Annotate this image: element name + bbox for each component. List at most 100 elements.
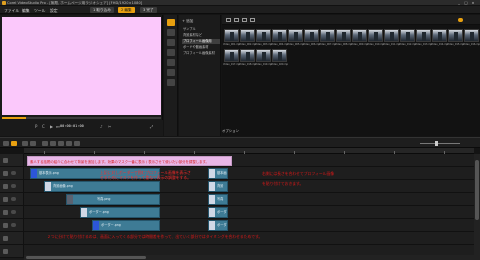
timeline-view-icon[interactable] bbox=[11, 141, 17, 146]
clip-mode-label[interactable]: C bbox=[42, 124, 45, 129]
volume-icon[interactable]: ♪ bbox=[100, 124, 103, 129]
timeline-vertical-scroll-thumb[interactable] bbox=[475, 160, 479, 220]
overlay-clip-end[interactable]: 背景 bbox=[208, 181, 228, 192]
eye-icon[interactable] bbox=[11, 197, 16, 201]
mixer-icon[interactable] bbox=[50, 141, 56, 146]
redo-icon[interactable] bbox=[30, 141, 36, 146]
clip-thumbnail bbox=[209, 208, 215, 217]
media-thumbnail[interactable] bbox=[304, 29, 319, 42]
timecode[interactable]: 00:00:01:00 bbox=[60, 124, 84, 128]
media-thumbnail[interactable] bbox=[240, 29, 255, 42]
media-thumbnail-label: Video_004.mp4 bbox=[271, 43, 288, 46]
title-icon[interactable] bbox=[167, 49, 175, 56]
overlay-clip-end[interactable]: 写真 bbox=[208, 194, 228, 205]
media-thumbnail[interactable] bbox=[272, 29, 287, 42]
overlay-clip[interactable]: ボーダー.png bbox=[80, 207, 160, 218]
filter-icon[interactable] bbox=[167, 69, 175, 76]
menu-edit[interactable]: 編集 bbox=[22, 8, 30, 14]
subtitle-icon[interactable] bbox=[74, 141, 80, 146]
eye-icon[interactable] bbox=[11, 223, 16, 227]
scissors-icon[interactable]: ✂ bbox=[108, 124, 111, 129]
zoom-slider-track[interactable] bbox=[420, 143, 460, 144]
add-folder-button[interactable]: + 追加 bbox=[182, 19, 193, 24]
overlay-clip-end[interactable]: ボーダ bbox=[208, 220, 228, 231]
menu-settings[interactable]: 設定 bbox=[50, 8, 58, 14]
overlay-clip[interactable]: 背景画像.png bbox=[44, 181, 160, 192]
media-thumbnail[interactable] bbox=[416, 29, 431, 42]
overlay-track-icon[interactable] bbox=[3, 183, 8, 189]
motion-tracking-icon[interactable] bbox=[66, 141, 72, 146]
media-thumbnail[interactable] bbox=[288, 29, 303, 42]
media-thumbnail[interactable] bbox=[224, 49, 239, 62]
record-icon[interactable] bbox=[42, 141, 48, 146]
media-thumbnail[interactable] bbox=[432, 29, 447, 42]
storyboard-view-icon[interactable] bbox=[3, 141, 9, 146]
media-thumbnail[interactable] bbox=[400, 29, 415, 42]
menu-file[interactable]: ファイル bbox=[4, 8, 19, 14]
timeline-horizontal-scroll-thumb[interactable] bbox=[26, 256, 146, 259]
tab-capture[interactable]: 1 取り込み bbox=[90, 7, 114, 13]
clip-label: 背景 bbox=[217, 183, 224, 188]
folder-item[interactable]: プロフィール画像素材 bbox=[182, 51, 220, 56]
close-button[interactable]: × bbox=[470, 1, 476, 6]
media-thumbnail[interactable] bbox=[384, 29, 399, 42]
title-clip[interactable]: 素人する話題の紹介に合わせて背景を追加します。効果のマスク一番に表示 / 表示さ… bbox=[27, 155, 232, 166]
audio-filter-icon[interactable] bbox=[250, 17, 255, 22]
tab-edit[interactable]: 2 編集 bbox=[118, 7, 135, 13]
path-icon[interactable] bbox=[167, 79, 175, 86]
voice-track-icon[interactable] bbox=[3, 235, 8, 241]
preview-scrubber[interactable] bbox=[2, 117, 161, 119]
overlay-clip-end[interactable]: 基本画 bbox=[208, 168, 228, 179]
overlay-clip[interactable]: ボーダー.png bbox=[92, 220, 160, 231]
media-thumbnail[interactable] bbox=[240, 49, 255, 62]
overlay-track-icon[interactable] bbox=[3, 209, 8, 215]
photo-filter-icon[interactable] bbox=[242, 17, 247, 22]
media-thumbnail[interactable] bbox=[272, 49, 287, 62]
media-thumbnail[interactable] bbox=[320, 29, 335, 42]
media-thumbnail[interactable] bbox=[256, 49, 271, 62]
overlay-clip[interactable]: 写真.png bbox=[66, 194, 160, 205]
overlay-track: 基本表示.png 基本画 bbox=[0, 167, 474, 180]
graphic-icon[interactable] bbox=[167, 59, 175, 66]
undo-icon[interactable] bbox=[22, 141, 28, 146]
clip-thumbnail bbox=[81, 208, 87, 217]
instant-project-icon[interactable] bbox=[167, 29, 175, 36]
overlay-track-icon[interactable] bbox=[3, 222, 8, 228]
folder-open-icon[interactable] bbox=[226, 17, 231, 22]
overlay-clip-end[interactable]: ボーダ bbox=[208, 207, 228, 218]
eye-icon[interactable] bbox=[11, 171, 16, 175]
transition-icon[interactable] bbox=[167, 39, 175, 46]
project-mode-label[interactable]: P bbox=[35, 124, 37, 129]
overlay-track-icon[interactable] bbox=[3, 170, 8, 176]
options-button[interactable]: オプション bbox=[222, 128, 239, 133]
sort-icon[interactable] bbox=[458, 17, 463, 22]
minimize-button[interactable]: _ bbox=[456, 1, 462, 6]
clip-thumbnail bbox=[31, 169, 37, 178]
folder-item-selected[interactable]: プロフィール画像用 bbox=[182, 39, 220, 44]
folder-item[interactable]: ボードや動画素材 bbox=[182, 45, 220, 50]
play-icon[interactable]: ▶ bbox=[50, 124, 53, 129]
menu-tools[interactable]: ツール bbox=[34, 8, 45, 14]
eye-icon[interactable] bbox=[11, 184, 16, 188]
zoom-slider-knob[interactable] bbox=[435, 141, 438, 146]
media-thumbnail[interactable] bbox=[368, 29, 383, 42]
overlay-track-icon[interactable] bbox=[3, 196, 8, 202]
track-header bbox=[0, 167, 24, 179]
eye-icon[interactable] bbox=[11, 210, 16, 214]
video-filter-icon[interactable] bbox=[234, 17, 239, 22]
media-thumbnail[interactable] bbox=[464, 29, 479, 42]
folder-item[interactable]: サンプル bbox=[182, 27, 220, 32]
media-thumbnail[interactable] bbox=[336, 29, 351, 42]
title-track-icon[interactable] bbox=[3, 157, 8, 163]
folder-item[interactable]: 背景素材など bbox=[182, 33, 220, 38]
media-thumbnail[interactable] bbox=[448, 29, 463, 42]
tab-share[interactable]: 3 完了 bbox=[140, 7, 157, 13]
enlarge-icon[interactable]: ⤢ bbox=[150, 124, 153, 129]
media-thumbnail[interactable] bbox=[256, 29, 271, 42]
media-thumbnail[interactable] bbox=[352, 29, 367, 42]
maximize-button[interactable]: □ bbox=[463, 1, 469, 6]
auto-music-icon[interactable] bbox=[58, 141, 64, 146]
music-track-icon[interactable] bbox=[3, 248, 8, 254]
media-icon[interactable] bbox=[167, 19, 175, 26]
media-thumbnail[interactable] bbox=[224, 29, 239, 42]
